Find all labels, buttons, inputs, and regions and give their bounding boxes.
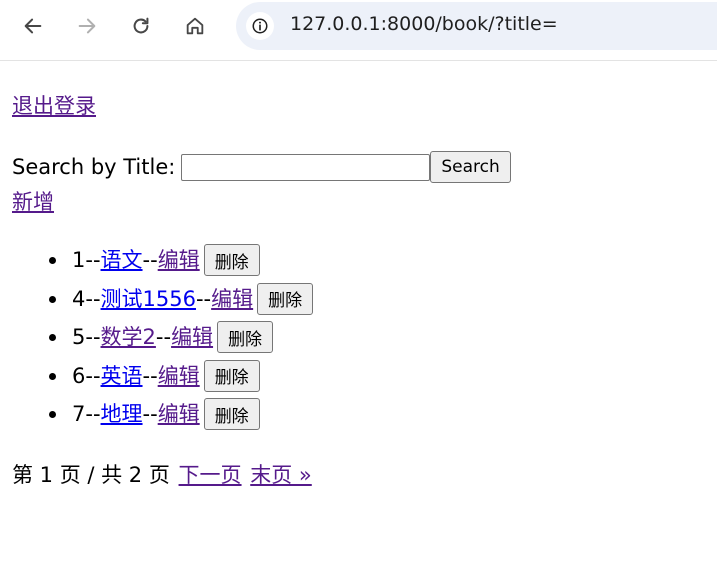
book-title-link[interactable]: 地理 bbox=[101, 401, 143, 427]
edit-link[interactable]: 编辑 bbox=[211, 286, 253, 312]
book-id: 4 bbox=[72, 286, 86, 311]
reload-icon[interactable] bbox=[127, 12, 155, 40]
separator: -- bbox=[142, 363, 158, 388]
list-item: 6 -- 英语 -- 编辑 删除 bbox=[48, 357, 313, 396]
book-title-link[interactable]: 英语 bbox=[101, 363, 143, 389]
search-input[interactable] bbox=[181, 153, 431, 181]
delete-button[interactable]: 删除 bbox=[203, 398, 260, 431]
delete-button[interactable]: 删除 bbox=[217, 321, 274, 354]
separator: -- bbox=[195, 286, 212, 311]
delete-button[interactable]: 删除 bbox=[257, 282, 314, 315]
book-id: 6 bbox=[72, 363, 86, 388]
separator: -- bbox=[85, 363, 101, 388]
list-item: 7 -- 地理 -- 编辑 删除 bbox=[48, 395, 313, 434]
book-list: 1 -- 语文 -- 编辑 删除 4 -- 测试1556 -- 编辑 删除 5 -- 数学2 -- 编辑 删除… bbox=[48, 241, 314, 434]
list-item: 4 -- 测试1556 -- 编辑 删除 bbox=[48, 280, 314, 319]
search-button[interactable]: Search bbox=[430, 151, 511, 183]
delete-button[interactable]: 删除 bbox=[203, 359, 260, 392]
forward-icon[interactable] bbox=[73, 12, 101, 40]
add-book-link[interactable]: 新增 bbox=[12, 189, 54, 215]
delete-button[interactable]: 删除 bbox=[203, 244, 260, 277]
edit-link[interactable]: 编辑 bbox=[158, 363, 200, 389]
url-text[interactable]: 127.0.0.1:8000/book/?title= bbox=[290, 13, 558, 35]
separator: -- bbox=[142, 402, 158, 427]
book-id: 5 bbox=[72, 325, 86, 350]
search-label: Search by Title: bbox=[12, 155, 176, 179]
edit-link[interactable]: 编辑 bbox=[171, 324, 213, 350]
separator: -- bbox=[85, 402, 101, 427]
list-item: 1 -- 语文 -- 编辑 删除 bbox=[48, 241, 313, 280]
edit-link[interactable]: 编辑 bbox=[158, 247, 200, 273]
next-page-link[interactable]: 下一页 bbox=[179, 463, 242, 487]
back-icon[interactable] bbox=[19, 12, 47, 40]
list-item: 5 -- 数学2 -- 编辑 删除 bbox=[48, 318, 313, 357]
logout-link[interactable]: 退出登录 bbox=[12, 93, 96, 119]
separator: -- bbox=[155, 325, 172, 350]
address-bar[interactable]: 127.0.0.1:8000/book/?title= bbox=[236, 2, 717, 50]
page-status: 第 1 页 / 共 2 页 bbox=[12, 463, 170, 487]
book-title-link[interactable]: 语文 bbox=[101, 247, 143, 273]
separator: -- bbox=[85, 325, 101, 350]
book-id: 1 bbox=[72, 248, 86, 273]
separator: -- bbox=[142, 248, 158, 273]
home-icon[interactable] bbox=[181, 12, 209, 40]
book-title-link[interactable]: 数学2 bbox=[101, 324, 156, 350]
info-icon[interactable] bbox=[246, 12, 274, 40]
pagination: 第 1 页 / 共 2 页 下一页 末页 » bbox=[12, 462, 312, 488]
book-id: 7 bbox=[72, 402, 86, 427]
edit-link[interactable]: 编辑 bbox=[158, 401, 200, 427]
separator: -- bbox=[85, 248, 101, 273]
browser-toolbar: 127.0.0.1:8000/book/?title= bbox=[0, 0, 717, 61]
separator: -- bbox=[85, 286, 101, 311]
search-form: Search by Title: Search bbox=[12, 151, 511, 183]
last-page-link[interactable]: 末页 » bbox=[250, 463, 312, 487]
book-title-link[interactable]: 测试1556 bbox=[101, 286, 196, 312]
